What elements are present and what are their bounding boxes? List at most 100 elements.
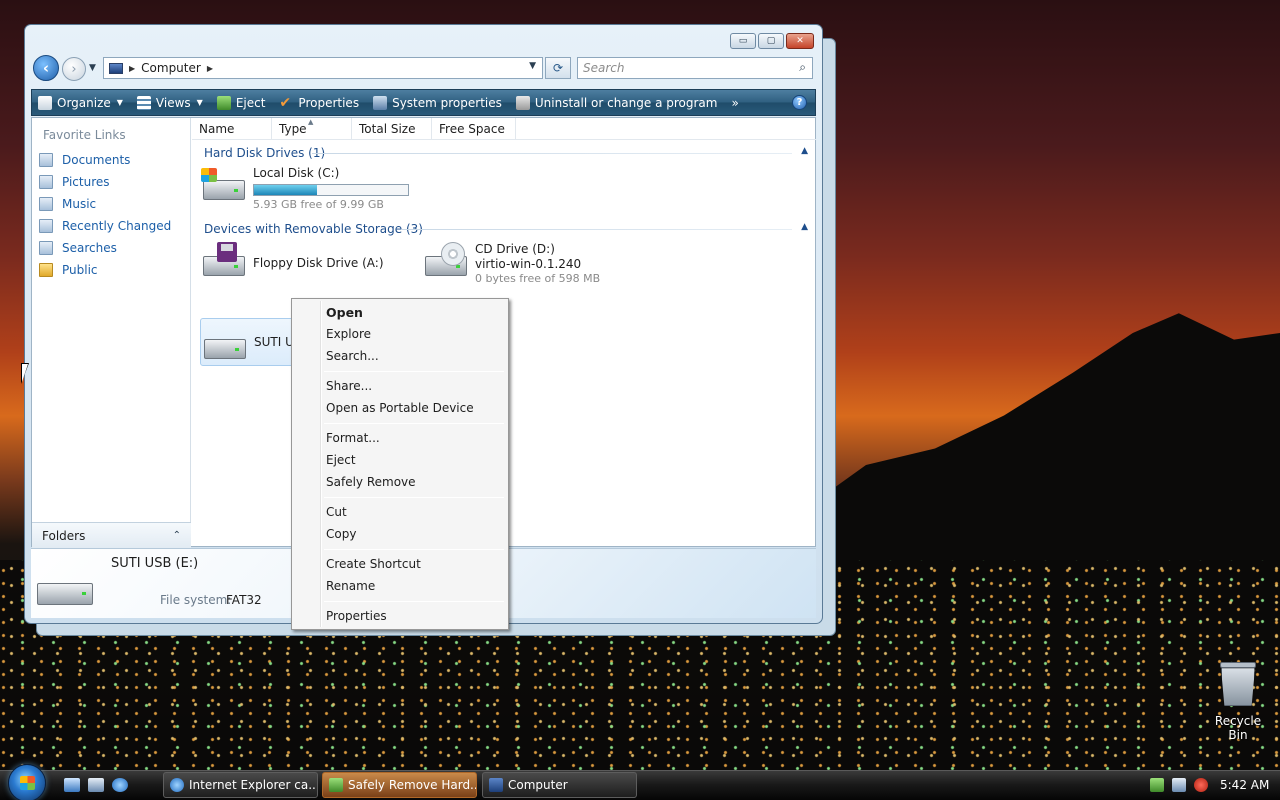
navigation-pane: Favorite Links Documents Pictures Music … — [32, 118, 191, 548]
system-properties-label: System properties — [392, 95, 502, 110]
system-properties-button[interactable]: System properties — [373, 95, 502, 110]
breadcrumb-arrow-icon[interactable]: ▶ — [129, 64, 135, 73]
pictures-icon — [39, 175, 53, 189]
computer-icon — [489, 778, 503, 792]
music-icon — [39, 197, 53, 211]
nav-item-pictures[interactable]: Pictures — [39, 175, 110, 189]
search-icon[interactable]: ⌕ — [799, 60, 806, 75]
menu-item-explore[interactable]: Explore — [326, 327, 371, 341]
documents-icon — [39, 153, 53, 167]
refresh-icon[interactable]: ⟳ — [545, 57, 571, 79]
menu-item-eject[interactable]: Eject — [326, 453, 356, 467]
command-bar: Organize ▼ Views ▼ Eject ✔ Properties Sy… — [31, 89, 816, 116]
views-button[interactable]: Views ▼ — [136, 95, 203, 110]
menu-item-open[interactable]: Open — [326, 305, 363, 320]
collapse-chevron-icon[interactable]: ▲ — [801, 222, 808, 232]
column-free-space[interactable]: Free Space — [432, 118, 516, 140]
system-properties-icon — [373, 95, 388, 110]
column-type-label: Type — [279, 122, 307, 136]
switch-windows-icon[interactable] — [88, 778, 104, 792]
menu-item-safely-remove[interactable]: Safely Remove — [326, 475, 416, 489]
details-filesystem-value: FAT32 — [226, 593, 262, 607]
internet-explorer-icon[interactable] — [112, 778, 128, 792]
properties-button[interactable]: ✔ Properties — [279, 96, 359, 110]
computer-icon — [109, 62, 123, 74]
drive-cd-d[interactable]: CD Drive (D:) virtio-win-0.1.240 0 bytes… — [423, 242, 600, 285]
menu-item-search[interactable]: Search... — [326, 349, 379, 363]
clock[interactable]: 5:42 AM — [1220, 778, 1269, 792]
recycle-bin-label: Recycle Bin — [1214, 714, 1262, 742]
drive-local-disk-c[interactable]: Local Disk (C:) 5.93 GB free of 9.99 GB — [201, 166, 409, 211]
organize-button[interactable]: Organize ▼ — [38, 95, 123, 110]
network-icon[interactable] — [1172, 778, 1186, 792]
start-button[interactable] — [8, 764, 46, 800]
toolbar-overflow-button[interactable]: » — [731, 96, 738, 110]
group-header-removable[interactable]: Devices with Removable Storage (3) — [204, 222, 423, 236]
search-input[interactable]: Search ⌕ — [577, 57, 813, 79]
menu-item-format[interactable]: Format... — [326, 431, 380, 445]
menu-item-rename[interactable]: Rename — [326, 579, 375, 593]
mouse-cursor-fill — [22, 364, 28, 382]
recycle-bin[interactable]: Recycle Bin — [1206, 660, 1270, 742]
task-safely-remove[interactable]: Safely Remove Hard... — [322, 772, 477, 798]
breadcrumb-computer[interactable]: Computer — [141, 61, 201, 75]
nav-item-label: Pictures — [62, 175, 110, 189]
nav-item-documents[interactable]: Documents — [39, 153, 130, 167]
group-header-hard-disks[interactable]: Hard Disk Drives (1) — [204, 146, 325, 160]
details-filesystem-label: File system: — [160, 593, 232, 607]
drive-floppy-a[interactable]: Floppy Disk Drive (A:) — [201, 242, 384, 282]
drive-free-space: 5.93 GB free of 9.99 GB — [253, 198, 384, 211]
task-computer[interactable]: Computer — [482, 772, 637, 798]
windows-logo-icon — [201, 168, 217, 182]
task-label: Safely Remove Hard... — [348, 778, 477, 792]
nav-item-music[interactable]: Music — [39, 197, 96, 211]
minimize-button[interactable]: ▭ — [730, 33, 756, 49]
show-desktop-icon[interactable] — [64, 778, 80, 792]
caption-buttons: ▭ ▢ ✕ — [730, 33, 814, 49]
close-button[interactable]: ✕ — [786, 33, 814, 49]
address-dropdown-icon[interactable]: ▼ — [529, 61, 536, 71]
column-type[interactable]: ▲ Type — [272, 118, 352, 140]
hard-disk-icon — [201, 166, 247, 206]
properties-checkmark-icon: ✔ — [279, 94, 292, 111]
uninstall-button[interactable]: Uninstall or change a program — [515, 95, 718, 110]
maximize-button[interactable]: ▢ — [758, 33, 784, 49]
task-internet-explorer[interactable]: Internet Explorer ca... — [163, 772, 318, 798]
help-icon[interactable]: ? — [792, 95, 807, 110]
menu-item-create-shortcut[interactable]: Create Shortcut — [326, 557, 421, 571]
nav-item-label: Music — [62, 197, 97, 211]
searches-icon — [39, 241, 53, 255]
organize-label: Organize — [57, 95, 111, 110]
context-menu: Open Explore Search... Share... Open as … — [291, 298, 509, 630]
eject-label: Eject — [235, 95, 266, 110]
menu-item-share[interactable]: Share... — [326, 379, 372, 393]
menu-item-copy[interactable]: Copy — [326, 527, 356, 541]
menu-separator — [324, 549, 504, 550]
task-label: Internet Explorer ca... — [189, 778, 318, 792]
folders-toggle[interactable]: Folders ⌃ — [32, 522, 191, 548]
forward-arrow-icon[interactable]: › — [62, 57, 86, 81]
breadcrumb-arrow-icon[interactable]: ▶ — [207, 64, 213, 73]
column-total-size[interactable]: Total Size — [352, 118, 432, 140]
collapse-chevron-icon[interactable]: ▲ — [801, 146, 808, 156]
eject-icon — [216, 95, 231, 110]
drive-name: Floppy Disk Drive (A:) — [253, 256, 384, 270]
menu-separator — [324, 423, 504, 424]
column-name[interactable]: Name — [192, 118, 272, 140]
volume-muted-icon[interactable] — [1194, 778, 1208, 792]
menu-item-open-portable[interactable]: Open as Portable Device — [326, 401, 474, 415]
menu-item-cut[interactable]: Cut — [326, 505, 347, 519]
eject-button[interactable]: Eject — [216, 95, 266, 110]
nav-item-recently-changed[interactable]: Recently Changed — [39, 219, 171, 233]
address-bar[interactable]: ▶ Computer ▶ ▼ — [103, 57, 543, 79]
nav-item-public[interactable]: Public — [39, 263, 98, 277]
safely-remove-tray-icon[interactable] — [1150, 778, 1164, 792]
nav-item-label: Documents — [62, 153, 131, 167]
nav-item-searches[interactable]: Searches — [39, 241, 117, 255]
back-arrow-icon[interactable]: ‹ — [33, 55, 59, 81]
recent-pages-chevron-icon[interactable]: ▼ — [89, 63, 96, 73]
uninstall-label: Uninstall or change a program — [534, 95, 718, 110]
group-divider — [402, 229, 792, 230]
menu-item-properties[interactable]: Properties — [326, 609, 387, 623]
recycle-bin-lid — [1220, 662, 1256, 668]
